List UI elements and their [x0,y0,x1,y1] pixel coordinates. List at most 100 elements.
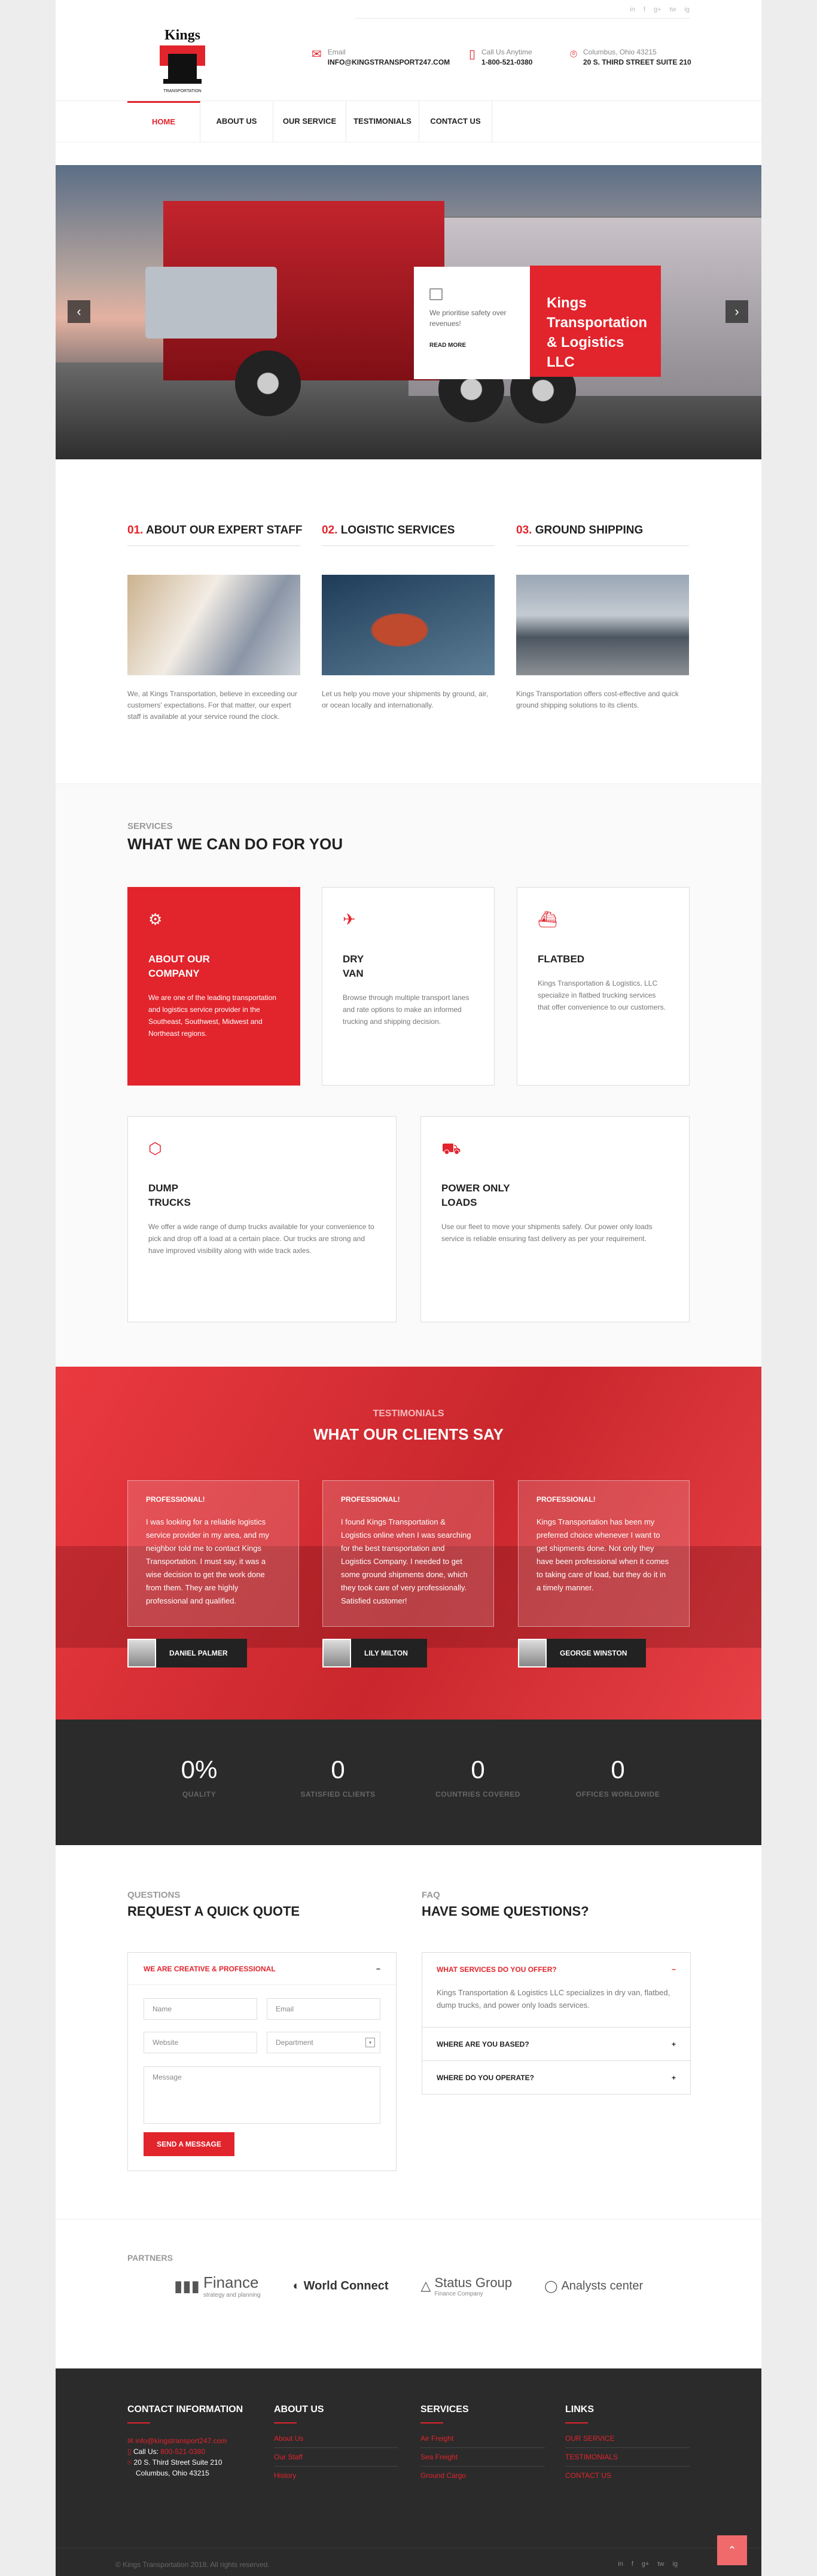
footer-link[interactable]: Ground Cargo [420,2467,545,2484]
footer-column: ABOUT US About Us Our Staff History [274,2404,398,2484]
footer-address: ⌾ 20 S. Third Street Suite 210 [127,2458,222,2467]
footer-link[interactable]: Air Freight [420,2429,545,2448]
faq-question[interactable]: WHAT SERVICES DO YOU OFFER? − [422,1953,690,1986]
footer-link[interactable]: Our Staff [274,2448,398,2467]
faq-question[interactable]: WHERE DO YOU OPERATE? + [422,2060,690,2094]
service-card[interactable]: ⛟ POWER ONLY LOADS Use our fleet to move… [420,1116,690,1322]
footer-link[interactable]: TESTIMONIALS [565,2448,690,2467]
stat-value: 0 [331,1755,345,1784]
slider-next-button[interactable]: › [725,300,748,323]
googleplus-icon[interactable]: g+ [642,2560,650,2568]
message-field[interactable]: Message [144,2066,380,2124]
service-card[interactable]: ✈ DRY VAN Browse through multiple transp… [322,887,495,1086]
nav-service[interactable]: OUR SERVICE [273,101,346,142]
quote-form-toggle[interactable]: WE ARE CREATIVE & PROFESSIONAL − [128,1953,396,1985]
send-message-button[interactable]: SEND A MESSAGE [144,2132,234,2156]
stats-section: 0% QUALITY 0 SATISFIED CLIENTS 0 COUNTRIES … [56,1720,761,1845]
nav-home[interactable]: HOME [127,101,200,142]
logo-text: Kings [164,28,200,43]
footer-contact: CONTACT INFORMATION ✉ info@kingstranspor… [127,2404,252,2479]
avatar [127,1639,156,1667]
service-text: We offer a wide range of dump trucks ava… [148,1223,374,1255]
footer-link[interactable]: Sea Freight [420,2448,545,2467]
footer-link[interactable]: OUR SERVICE [565,2429,690,2448]
back-to-top-button[interactable]: ⌃ [717,2535,747,2565]
stat-label: SATISFIED CLIENTS [300,1790,376,1798]
faq-question[interactable]: WHERE ARE YOU BASED? + [422,2027,690,2060]
contact-label: Email [327,48,346,56]
navbar: HOME ABOUT US OUR SERVICE TESTIMONIALS C… [56,100,761,142]
partner-logo[interactable]: ◯ Analysts center [544,2279,643,2294]
services-section: SERVICES WHAT WE CAN DO FOR YOU ⚙ ABOUT … [56,784,761,1367]
partner-logo[interactable]: ◐ World Connect [293,2279,389,2293]
linkedin-icon[interactable]: in [618,2560,623,2568]
footer-link[interactable]: History [274,2467,398,2484]
stat-label: COUNTRIES COVERED [435,1790,520,1798]
staff-image [127,575,300,675]
about-heading: 01. ABOUT OUR EXPERT STAFF [127,524,302,546]
footer-phone: ▯ Call Us: 800-521-0380 [127,2447,206,2456]
about-section: 01. ABOUT OUR EXPERT STAFF We, at Kings … [127,524,690,723]
top-divider [355,18,690,19]
footer-column: LINKS OUR SERVICE TESTIMONIALS CONTACT U… [565,2404,690,2484]
about-column: 01. ABOUT OUR EXPERT STAFF We, at Kings … [127,524,302,723]
author-name: GEORGE WINSTON [547,1639,647,1667]
slider-prev-button[interactable]: ‹ [68,300,90,323]
instagram-icon[interactable]: ig [672,2560,678,2568]
testimonial-tag: PROFESSIONAL! [341,1495,400,1504]
hero-grille [145,267,277,339]
about-column: 02. LOGISTIC SERVICES Let us help you mo… [322,524,495,723]
footer-email[interactable]: ✉ info@kingstransport247.com [127,2435,252,2446]
read-more-link[interactable]: READ MORE [429,342,514,349]
department-select[interactable]: Department ▾ [267,2032,380,2053]
footer-heading: CONTACT INFORMATION [127,2404,252,2423]
testimonial-tag: PROFESSIONAL! [146,1495,205,1504]
testimonial-card: PROFESSIONAL! I was looking for a reliab… [127,1480,299,1627]
nav-contact[interactable]: CONTACT US [419,101,492,142]
phone-icon: ▯ [469,48,476,61]
contact-value[interactable]: INFO@KINGSTRANSPORT247.COM [328,58,450,66]
contact-value[interactable]: 1-800-521-0380 [481,58,532,66]
service-title: DRY VAN [343,953,364,979]
name-field[interactable]: Name [144,1998,257,2020]
website-field[interactable]: Website [144,2032,257,2053]
partner-logo[interactable]: ▮▮▮ Finance strategy and planning [174,2273,261,2298]
instagram-icon[interactable]: ig [684,6,690,13]
linkedin-icon[interactable]: in [630,6,635,13]
service-text: Browse through multiple transport lanes … [343,993,470,1026]
footer-bottom: © Kings Transportation 2018. All rights … [56,2548,761,2576]
footer-link[interactable]: CONTACT US [565,2467,690,2484]
service-card[interactable]: ⚙ ABOUT OUR COMPANY We are one of the le… [127,887,300,1086]
nav-about[interactable]: ABOUT US [200,101,273,142]
partner-logo[interactable]: △ Status Group Finance Company [421,2275,513,2297]
box-icon: ⬡ [148,1139,162,1157]
quote-eyebrow: QUESTIONS [127,1890,181,1900]
plane-icon: ✈ [343,910,356,928]
truck-wheel [235,350,301,416]
email-field[interactable]: Email [267,1998,380,2020]
service-card[interactable]: ⬡ DUMP TRUCKS We offer a wide range of d… [127,1116,397,1322]
faq-heading: HAVE SOME QUESTIONS? [422,1904,589,1919]
stat: 0 SATISFIED CLIENTS [266,1755,410,1798]
service-title: ABOUT OUR COMPANY [148,953,210,979]
about-heading: 02. LOGISTIC SERVICES [322,524,495,546]
phone-icon: ▯ [127,2447,133,2456]
testimonial-card: PROFESSIONAL! Kings Transportation has b… [518,1480,690,1627]
service-card[interactable]: ⛴ FLATBED Kings Transportation & Logisti… [517,887,690,1086]
footer-column: SERVICES Air Freight Sea Freight Ground … [420,2404,545,2484]
twitter-icon[interactable]: tw [657,2560,664,2568]
googleplus-icon[interactable]: g+ [654,6,661,13]
bars-icon: ▮▮▮ [174,2276,200,2295]
contact-address: ⌾ Columbus, Ohio 43215 20 S. THIRD STREET… [570,48,691,66]
stat-value: 0% [181,1755,218,1784]
partners-title: PARTNERS [127,2253,173,2263]
twitter-icon[interactable]: tw [669,6,676,13]
logo[interactable]: Kings TRANSPORTATION [151,25,214,96]
facebook-icon[interactable]: f [632,2560,633,2568]
facebook-icon[interactable]: f [644,6,645,13]
nav-testimonials[interactable]: TESTIMONIALS [346,101,419,142]
testimonials-eyebrow: TESTIMONIALS [373,1409,444,1419]
stat-value: 0 [611,1755,625,1784]
footer-link[interactable]: About Us [274,2429,398,2448]
author-name: LILY MILTON [351,1639,427,1667]
